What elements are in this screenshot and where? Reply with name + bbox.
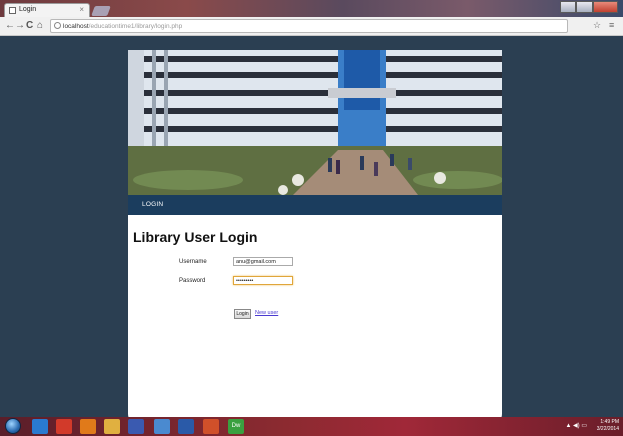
menu-icon[interactable]: ≡ bbox=[609, 20, 614, 30]
page-info-icon[interactable] bbox=[54, 22, 61, 29]
page-background: LOGIN Library User Login Username anu@gm… bbox=[0, 36, 623, 424]
new-tab-button[interactable] bbox=[91, 6, 111, 16]
clock-date: 3/22/2014 bbox=[596, 426, 619, 432]
tab-login[interactable]: Login × bbox=[4, 3, 90, 17]
network-icon[interactable] bbox=[154, 419, 170, 434]
site-nav-bar: LOGIN bbox=[128, 195, 502, 215]
login-button[interactable]: Login bbox=[234, 309, 251, 319]
url-path: /educationtime1/library/login.php bbox=[88, 23, 183, 30]
page-title: Library User Login bbox=[133, 229, 258, 245]
clock-time: 1:49 PM bbox=[600, 419, 619, 425]
windows-taskbar: Dw ▲ ◀) ▭ 1:49 PM 3/22/2014 bbox=[0, 417, 623, 436]
browser-titlebar: Login × bbox=[0, 0, 623, 17]
word-icon[interactable] bbox=[178, 419, 194, 434]
close-tab-icon[interactable]: × bbox=[79, 5, 84, 14]
close-window-button[interactable] bbox=[592, 1, 618, 13]
paint-icon[interactable] bbox=[203, 419, 219, 434]
bookmark-star-icon[interactable]: ☆ bbox=[593, 20, 601, 31]
maximize-button[interactable] bbox=[576, 1, 593, 13]
forward-arrow-icon[interactable]: → bbox=[15, 20, 25, 32]
tray-icons[interactable]: ▲ ◀) ▭ bbox=[565, 422, 587, 429]
chrome-icon[interactable] bbox=[56, 419, 72, 434]
nav-login-link[interactable]: LOGIN bbox=[142, 201, 163, 208]
folder-icon[interactable] bbox=[104, 419, 120, 434]
url-host: localhost bbox=[63, 23, 89, 30]
password-field[interactable]: ••••••••• bbox=[233, 276, 293, 285]
reload-icon[interactable]: C bbox=[26, 20, 33, 32]
password-label: Password bbox=[179, 278, 206, 284]
new-user-link[interactable]: New user bbox=[255, 310, 278, 316]
window-controls bbox=[560, 1, 618, 13]
firefox-icon[interactable] bbox=[80, 419, 96, 434]
address-bar[interactable]: localhost/educationtime1/library/login.p… bbox=[50, 19, 568, 33]
minimize-button[interactable] bbox=[560, 1, 577, 13]
start-button[interactable] bbox=[5, 418, 21, 434]
media-player-icon[interactable] bbox=[128, 419, 144, 434]
username-label: Username bbox=[179, 259, 207, 265]
dreamweaver-icon[interactable]: Dw bbox=[228, 419, 244, 434]
clock[interactable]: 1:49 PM 3/22/2014 bbox=[597, 419, 619, 433]
home-icon[interactable]: ⌂ bbox=[37, 20, 43, 32]
internet-explorer-icon[interactable] bbox=[32, 419, 48, 434]
back-arrow-icon[interactable]: ← bbox=[5, 20, 15, 32]
page-icon bbox=[9, 7, 16, 14]
login-card: LOGIN Library User Login Username anu@gm… bbox=[128, 50, 502, 424]
campus-building-photo bbox=[128, 50, 502, 195]
browser-toolbar: ← → C ⌂ localhost/educationtime1/library… bbox=[0, 17, 623, 36]
tab-title: Login bbox=[19, 6, 37, 13]
username-field[interactable]: anu@gmail.com bbox=[233, 257, 293, 266]
